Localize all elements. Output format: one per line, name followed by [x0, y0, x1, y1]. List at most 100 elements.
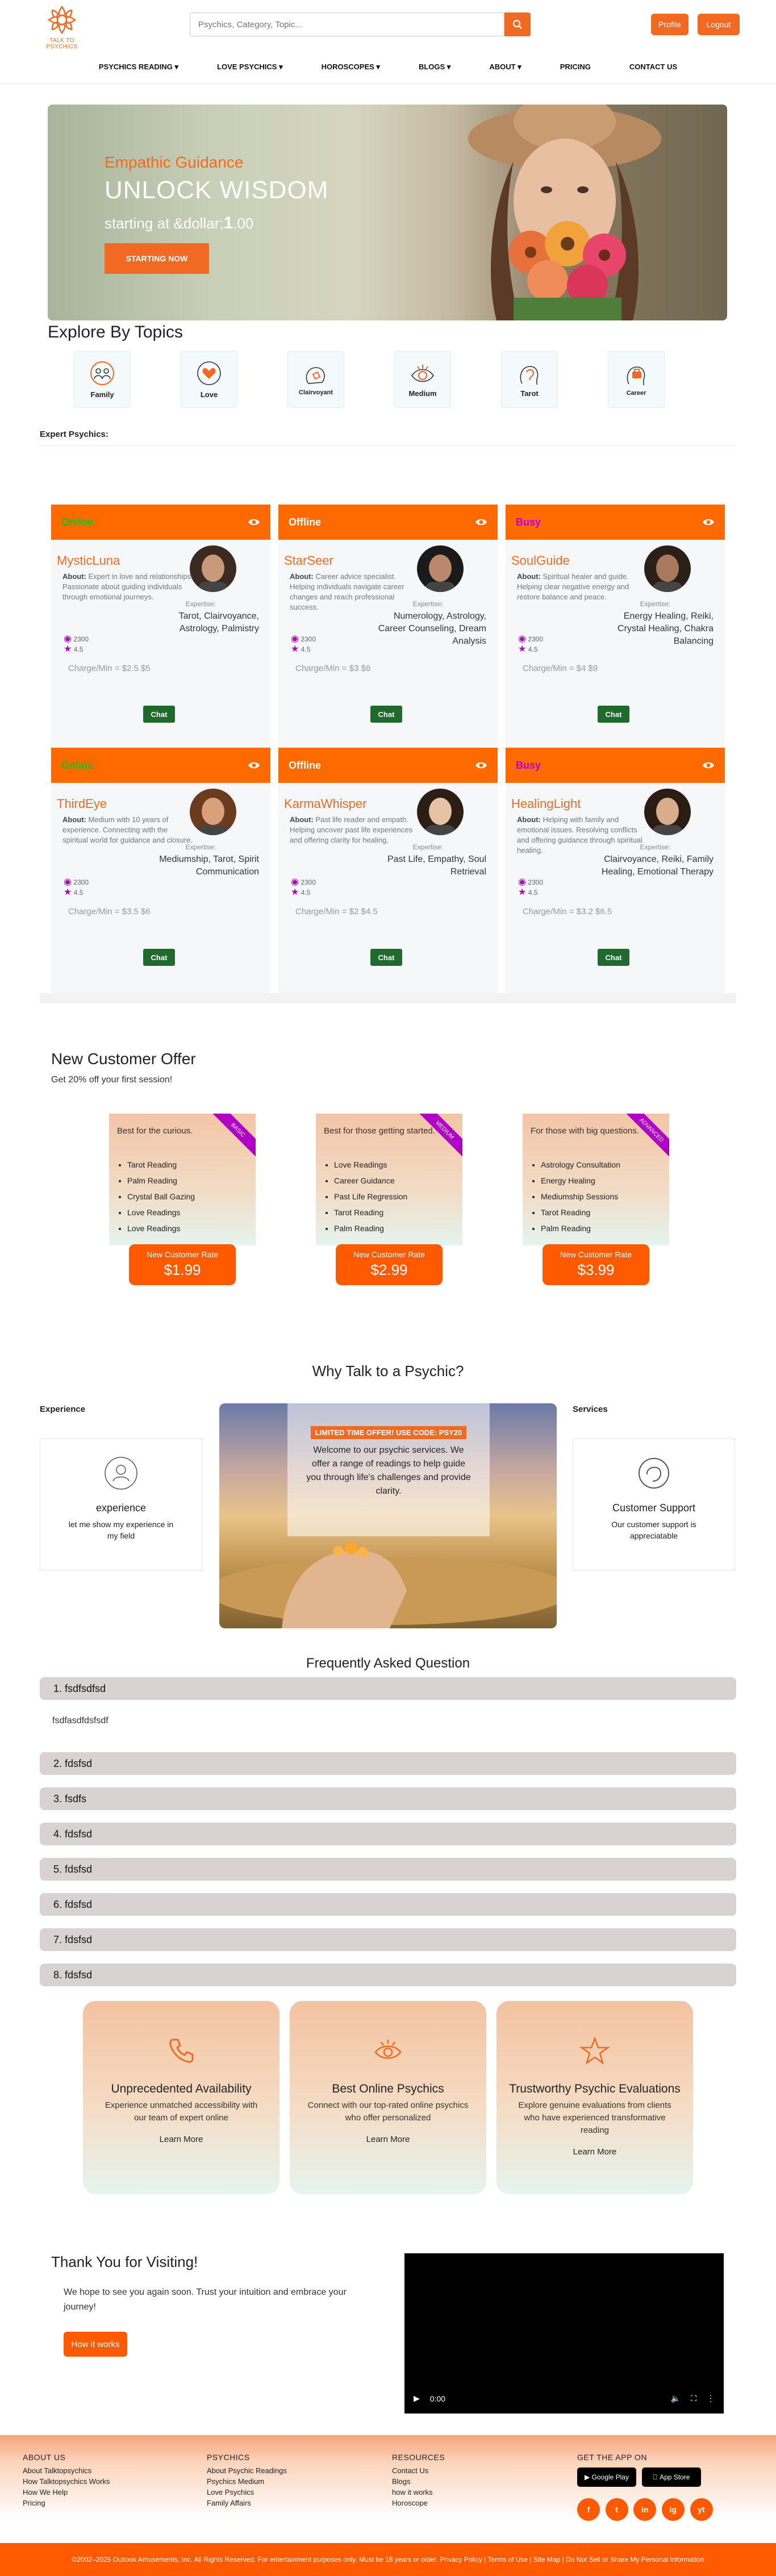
- new-customer-rate-button[interactable]: New Customer Rate $1.99: [129, 1244, 236, 1285]
- footer-app: GET THE APP ON ▶ Google Play  App Store…: [577, 2452, 716, 2521]
- new-customer-rate-button[interactable]: New Customer Rate $2.99: [336, 1244, 443, 1285]
- psychic-name[interactable]: SoulGuide: [511, 553, 570, 568]
- faq-item[interactable]: 4. fdsfsd: [40, 1823, 736, 1845]
- feature-title: Trustworthy Psychic Evaluations: [509, 2082, 681, 2095]
- psychic-name[interactable]: MysticLuna: [57, 553, 120, 568]
- footer-link[interactable]: Horoscope: [392, 2498, 445, 2508]
- faq-item[interactable]: 6. fdsfsd: [40, 1893, 736, 1916]
- faq-item[interactable]: 1. fsdfsdfsd: [40, 1677, 736, 1700]
- psychic-name[interactable]: ThirdEye: [57, 797, 107, 811]
- footer-heading: RESOURCES: [392, 2453, 445, 2462]
- review-count: 2300: [73, 878, 89, 886]
- app-store-badge[interactable]:  App Store: [641, 2467, 701, 2487]
- psychic-card: Offline StarSeer About: Career advice spec…: [278, 505, 498, 750]
- nav-horoscopes[interactable]: HOROSCOPES ▾: [302, 62, 399, 72]
- lotus-logo-icon: [44, 2, 80, 37]
- review-count: 2300: [301, 878, 316, 886]
- footer-link[interactable]: About Talktopsychics: [23, 2465, 110, 2476]
- chat-button[interactable]: Chat: [598, 949, 629, 966]
- offer-ribbon: MEDIUM: [414, 1114, 462, 1161]
- footer-link[interactable]: Family Affairs: [207, 2498, 287, 2508]
- search-button[interactable]: [504, 12, 531, 36]
- eye-icon[interactable]: [702, 761, 715, 770]
- learn-more-link[interactable]: Learn More: [497, 2147, 693, 2157]
- psychic-expertise: Clairvoyance, Reiki, Family Healing, Emo…: [601, 855, 714, 877]
- volume-icon[interactable]: 🔈: [671, 2394, 681, 2403]
- offer-item: Tarot Reading: [541, 1204, 620, 1220]
- psychic-name[interactable]: HealingLight: [511, 797, 581, 811]
- eye-icon[interactable]: [475, 761, 487, 770]
- footer-link[interactable]: Pricing: [23, 2498, 110, 2508]
- faq-item[interactable]: 5. fdsfsd: [40, 1858, 736, 1881]
- promo-panel: LIMITED TIME OFFER! USE CODE: PSY20 Welc…: [287, 1403, 490, 1536]
- search-input[interactable]: [190, 12, 504, 36]
- video-player[interactable]: ▶ 0:00 🔈 ⛶ ⋮: [404, 2253, 724, 2414]
- topic-love[interactable]: Love: [181, 351, 237, 408]
- psychic-about: About: Spiritual healer and guide. Helpi…: [517, 572, 648, 602]
- offer-item: Palm Reading: [127, 1173, 195, 1189]
- google-play-badge[interactable]: ▶ Google Play: [577, 2467, 636, 2487]
- chat-button[interactable]: Chat: [143, 949, 175, 966]
- twitter-icon[interactable]: t: [605, 2498, 628, 2521]
- footer-link[interactable]: Psychics Medium: [207, 2476, 287, 2487]
- topic-clairvoyant[interactable]: Clairvoyant: [287, 351, 344, 408]
- hero-cta-button[interactable]: STARTING NOW: [105, 243, 209, 274]
- footer-link[interactable]: Contact Us: [392, 2465, 445, 2476]
- topic-label: Tarot: [520, 389, 539, 398]
- footer-heading: ABOUT US: [23, 2453, 66, 2462]
- logout-button[interactable]: Logout: [698, 14, 740, 35]
- learn-more-link[interactable]: Learn More: [290, 2135, 486, 2144]
- eye-icon[interactable]: [475, 518, 487, 527]
- footer-link[interactable]: How We Help: [23, 2487, 110, 2498]
- avatar: [644, 789, 691, 835]
- instagram-icon[interactable]: ig: [661, 2498, 685, 2521]
- footer-link[interactable]: About Psychic Readings: [207, 2465, 287, 2476]
- topic-career[interactable]: Career: [608, 351, 665, 408]
- faq-item[interactable]: 3. fsdfs: [40, 1787, 736, 1810]
- eye-icon[interactable]: [702, 518, 715, 527]
- faq-item[interactable]: 8. fdsfsd: [40, 1964, 736, 1986]
- eye-icon[interactable]: [248, 761, 260, 770]
- topic-medium[interactable]: Medium: [394, 351, 451, 408]
- eye-icon: [374, 2040, 402, 2059]
- psychic-name[interactable]: StarSeer: [284, 553, 333, 568]
- fullscreen-icon[interactable]: ⛶: [691, 2394, 696, 2403]
- more-options-icon[interactable]: ⋮: [707, 2394, 715, 2403]
- new-customer-rate-button[interactable]: New Customer Rate $3.99: [543, 1244, 649, 1285]
- logo[interactable]: TALK TO PSYCHICS: [36, 2, 87, 50]
- psychic-name[interactable]: KarmaWhisper: [284, 797, 366, 811]
- how-it-works-button[interactable]: How it works: [64, 2332, 127, 2357]
- nav-psychics-reading[interactable]: PSYCHICS READING ▾: [80, 62, 198, 72]
- learn-more-link[interactable]: Learn More: [83, 2135, 279, 2144]
- crystal-ball-icon: [306, 367, 325, 384]
- footer-link[interactable]: Love Psychics: [207, 2487, 287, 2498]
- psychic-card-header: Busy: [506, 748, 725, 783]
- copyright-bar: ©2002–2025 Outlook Amusements, Inc. All …: [0, 2543, 776, 2576]
- topic-tarot[interactable]: Tarot: [501, 351, 558, 408]
- linkedin-icon[interactable]: in: [633, 2498, 657, 2521]
- footer-link[interactable]: how it works: [392, 2487, 445, 2498]
- footer-link[interactable]: Blogs: [392, 2476, 445, 2487]
- nav-pricing[interactable]: PRICING: [541, 62, 610, 71]
- faq-answer: fsdfasdfdsfsdf: [52, 1716, 109, 1725]
- faq-item[interactable]: 2. fdsfsd: [40, 1752, 736, 1775]
- eye-icon[interactable]: [248, 518, 260, 527]
- chat-button[interactable]: Chat: [143, 706, 175, 723]
- facebook-icon[interactable]: f: [577, 2498, 600, 2521]
- faq-item[interactable]: 7. fdsfsd: [40, 1928, 736, 1951]
- nav-love-psychics[interactable]: LOVE PSYCHICS ▾: [198, 62, 302, 72]
- nav-contact[interactable]: CONTACT US: [610, 62, 696, 71]
- chat-button[interactable]: Chat: [370, 706, 402, 723]
- about-label: About:: [517, 815, 541, 824]
- review-count: 2300: [73, 635, 89, 643]
- nav-about[interactable]: ABOUT ▾: [470, 62, 540, 72]
- topic-family[interactable]: Family: [74, 351, 131, 408]
- profile-button[interactable]: Profile: [651, 14, 689, 35]
- psychic-card-header: Online: [51, 748, 270, 783]
- chat-button[interactable]: Chat: [370, 949, 402, 966]
- nav-blogs[interactable]: BLOGS ▾: [399, 62, 470, 72]
- youtube-icon[interactable]: yt: [690, 2498, 713, 2521]
- chat-button[interactable]: Chat: [598, 706, 629, 723]
- footer-link[interactable]: How Talktopsychics Works: [23, 2476, 110, 2487]
- play-icon[interactable]: ▶: [414, 2394, 420, 2403]
